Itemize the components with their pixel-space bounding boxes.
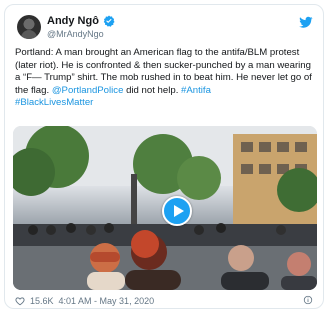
hashtag-link-antifa[interactable]: #Antifa xyxy=(181,85,211,96)
avatar[interactable] xyxy=(17,15,41,39)
tweet-text: Portland: A man brought an American flag… xyxy=(15,47,315,110)
video-thumbnail[interactable] xyxy=(13,126,317,290)
twitter-bird-icon[interactable] xyxy=(299,15,313,29)
author-name[interactable]: Andy Ngô xyxy=(47,15,99,27)
tweet-body-text-continued: did not help. xyxy=(123,84,182,96)
tweet-header: Andy Ngô @MrAndyNgo xyxy=(15,13,313,45)
like-count[interactable]: 15.6K xyxy=(30,296,54,306)
hashtag-link-blacklivesmatter[interactable]: #BlackLivesMatter xyxy=(15,97,93,108)
info-icon[interactable] xyxy=(303,295,313,305)
author-handle[interactable]: @MrAndyNgo xyxy=(47,29,104,39)
timestamp[interactable]: 4:01 AM - May 31, 2020 xyxy=(59,296,155,306)
tweet-card: Andy Ngô @MrAndyNgo Portland: A man brou… xyxy=(4,4,324,309)
tweet-footer: 15.6K 4:01 AM - May 31, 2020 xyxy=(15,295,154,307)
verified-badge-icon xyxy=(103,15,115,27)
author-line: Andy Ngô xyxy=(47,15,115,27)
play-button[interactable] xyxy=(162,196,192,226)
heart-icon[interactable] xyxy=(15,296,25,306)
mention-link[interactable]: @PortlandPolice xyxy=(52,85,124,96)
